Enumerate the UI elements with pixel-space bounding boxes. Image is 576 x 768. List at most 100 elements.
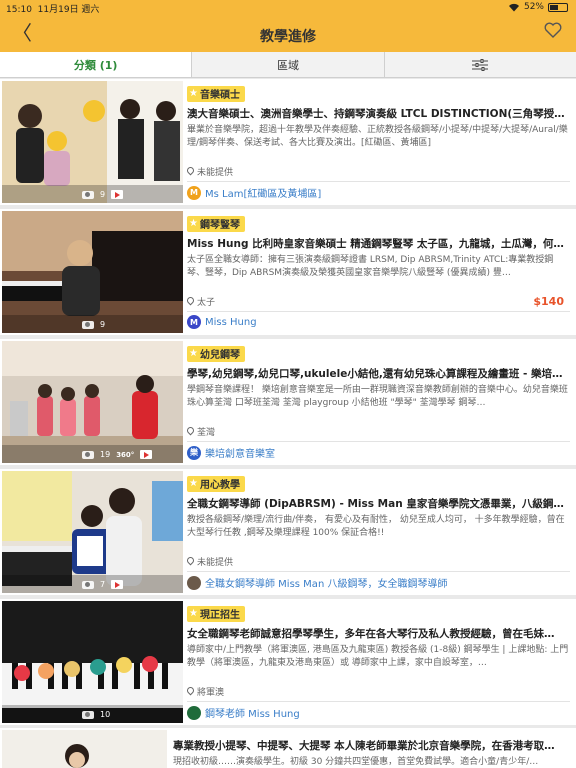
- category-tag: ★ 現正招生: [187, 605, 245, 622]
- divider: [187, 181, 570, 182]
- tag-label: 鋼琴豎琴: [199, 220, 240, 231]
- listing-card[interactable]: 19 360° ★ 幼兒鋼琴 學琴,幼兒鋼琴,幼兒口琴,ukulele小結他,還有…: [0, 339, 576, 465]
- teacher-portrait-image: [2, 730, 167, 768]
- teacher-link[interactable]: 鋼琴老師 Miss Hung: [187, 705, 300, 720]
- photo-meta: 9: [82, 320, 105, 329]
- tab-category-label: 分類 (1): [73, 58, 118, 72]
- listing-location: 未能提供: [187, 165, 233, 178]
- listing-location: 太子: [187, 295, 215, 308]
- listing-photo[interactable]: [2, 730, 167, 768]
- teacher-link[interactable]: 全職女鋼琴導師 Miss Man 八級鋼琴，女全職鋼琴導師: [187, 575, 447, 590]
- listing-card[interactable]: 10 ★ 現正招生 女全職鋼琴老師誠意招學琴學生，多年在各大琴行及私人教授經驗，曾…: [0, 599, 576, 725]
- piano-lesson-image: [2, 211, 183, 333]
- photo-meta: 19 360°: [82, 450, 153, 459]
- battery-fill: [550, 4, 559, 10]
- listing-location: 將軍澳: [187, 685, 224, 698]
- listing-photo[interactable]: 9: [2, 81, 183, 203]
- photo-meta: 10: [82, 710, 110, 719]
- tag-label: 現正招生: [199, 610, 240, 621]
- photo-meta: 9: [82, 190, 124, 199]
- star-icon: ★: [189, 218, 198, 229]
- listing-price: $140: [533, 295, 564, 308]
- listing-photo[interactable]: 7: [2, 471, 183, 593]
- category-tag: ★ 用心教學: [187, 475, 245, 492]
- teacher-link[interactable]: 樂樂培創意音樂室: [187, 445, 275, 460]
- camera-icon: [82, 190, 94, 199]
- photo-count: 9: [100, 320, 106, 329]
- status-date: 11月19日 週六: [37, 5, 100, 15]
- category-tag: ★ 音樂碩士: [187, 85, 245, 102]
- listing-description: 導師家中/上門教學（將軍澳區, 港島區及九龍東區) 教授各級 (1-8級) 鋼琴…: [187, 644, 569, 668]
- divider: [187, 701, 570, 702]
- listing-photo[interactable]: 10: [2, 601, 183, 723]
- listing-title: 全職女鋼琴導師 (DipABRSM) - Miss Man 皇家音樂學院文憑畢業…: [187, 497, 570, 510]
- teacher-name: 鋼琴老師 Miss Hung: [205, 709, 300, 720]
- star-icon: ★: [189, 88, 198, 99]
- photo-count: 7: [100, 580, 106, 589]
- star-icon: ★: [189, 608, 198, 619]
- camera-icon: [82, 320, 94, 329]
- status-right: 52%: [508, 2, 568, 12]
- teacher-link[interactable]: M Miss Hung: [187, 315, 257, 329]
- tag-label: 幼兒鋼琴: [199, 350, 240, 361]
- listing-photo[interactable]: 19 360°: [2, 341, 183, 463]
- avatar: [187, 705, 201, 720]
- listing-description: 學鋼琴音樂課程！ 樂培創意音樂室是一所由一群現職資深音樂教師創辦的音樂中心。幼兒…: [187, 384, 568, 408]
- photo-count: 19: [100, 450, 111, 459]
- teacher-link[interactable]: M Ms Lam[紅磡區及黃埔區]: [187, 185, 321, 200]
- listing-content: ★ 音樂碩士 澳大音樂碩士、澳洲音樂學士、持鋼琴演奏級 LTCL DISTINCT…: [187, 81, 570, 205]
- listing-card[interactable]: 9 ★ 音樂碩士 澳大音樂碩士、澳洲音樂學士、持鋼琴演奏級 LTCL DISTIN…: [0, 79, 576, 205]
- category-tag: ★ 鋼琴豎琴: [187, 215, 245, 232]
- camera-icon: [82, 580, 94, 589]
- piano-keys-image: [2, 601, 183, 723]
- wifi-icon: [508, 3, 519, 11]
- kids-class-image: [2, 341, 183, 463]
- photo-count: 10: [100, 710, 111, 719]
- listing-photo[interactable]: 9: [2, 211, 183, 333]
- listing-description: 現招收初級……演奏級學生。初級 30 分鐘共四堂優惠，首堂免費試學。適合小童/青…: [173, 757, 539, 767]
- divider: [187, 571, 570, 572]
- location-label: 未能提供: [197, 558, 234, 568]
- tab-category[interactable]: 分類 (1): [0, 52, 193, 77]
- camera-icon: [82, 450, 94, 459]
- status-clock: 15:10: [6, 5, 32, 15]
- photo-count: 9: [100, 190, 106, 199]
- battery-icon: [548, 2, 568, 12]
- location-pin-icon: [187, 557, 194, 566]
- teacher-name: 樂培創意音樂室: [205, 449, 275, 460]
- student-certificate-image: [2, 471, 183, 593]
- battery-percent: 52%: [523, 2, 544, 12]
- favorite-button[interactable]: [544, 22, 562, 42]
- teacher-name: Ms Lam[紅磡區及黃埔區]: [205, 189, 322, 200]
- location-pin-icon: [187, 687, 194, 696]
- status-bar: 15:10 11月19日 週六 52%: [0, 0, 576, 16]
- listing-card[interactable]: 7 ★ 用心教學 全職女鋼琴導師 (DipABRSM) - Miss Man 皇家…: [0, 469, 576, 595]
- 360-badge: 360°: [116, 450, 135, 459]
- tab-district-label: 區域: [276, 58, 299, 72]
- listing-content: ★ 現正招生 女全職鋼琴老師誠意招學琴學生，多年在各大琴行及私人教授經驗，曾在毛妹…: [187, 601, 570, 725]
- sliders-icon: [472, 58, 489, 71]
- location-pin-icon: [187, 427, 194, 436]
- location-label: 將軍澳: [197, 688, 225, 698]
- listing-description: 教授各級鋼琴/樂理/流行曲/伴奏， 有愛心及有耐性， 幼兒至成人均可， 十多年教…: [187, 514, 565, 538]
- listing-description: 太子區全職女導師：擁有三張演奏級鋼琴證書 LRSM, Dip ABRSM,Tri…: [187, 254, 554, 278]
- heart-icon: [544, 22, 562, 38]
- divider: [187, 311, 570, 312]
- location-label: 太子: [197, 298, 216, 308]
- star-icon: ★: [189, 348, 198, 359]
- page-title: 教學進修: [260, 29, 316, 45]
- video-icon: [140, 450, 153, 459]
- listing-card[interactable]: 9 ★ 鋼琴豎琴 Miss Hung 比利時皇家音樂碩士 精通鋼琴豎琴 太子區，九…: [0, 209, 576, 335]
- location-label: 未能提供: [197, 168, 234, 178]
- tab-district[interactable]: 區域: [192, 52, 385, 77]
- listing-content: ★ 用心教學 全職女鋼琴導師 (DipABRSM) - Miss Man 皇家音樂…: [187, 471, 570, 595]
- tab-filter[interactable]: [385, 52, 576, 77]
- listing-content: 專業教授小提琴、中提琴、大提琴 本人陳老師畢業於北京音樂學院，在香港考取… 現招…: [173, 730, 570, 768]
- listing-content: ★ 幼兒鋼琴 學琴,幼兒鋼琴,幼兒口琴,ukulele小結他,還有幼兒珠心算課程及…: [187, 341, 570, 465]
- tag-label: 用心教學: [199, 480, 240, 491]
- location-pin-icon: [187, 297, 194, 306]
- avatar: M: [187, 185, 201, 200]
- listing-card[interactable]: 專業教授小提琴、中提琴、大提琴 本人陳老師畢業於北京音樂學院，在香港考取… 現招…: [0, 728, 576, 768]
- divider: [187, 441, 570, 442]
- listing-title: 學琴,幼兒鋼琴,幼兒口琴,ukulele小結他,還有幼兒珠心算課程及繪畫班 - …: [187, 367, 563, 380]
